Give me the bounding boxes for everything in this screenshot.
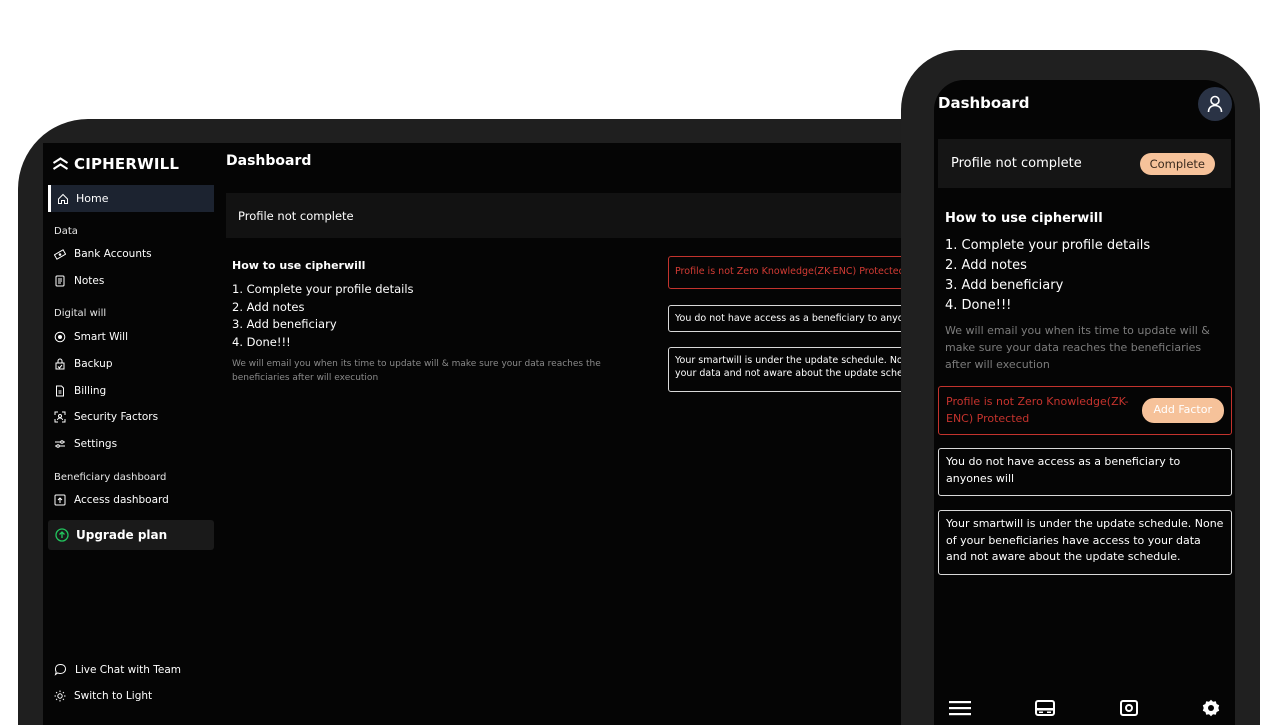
sidebar-item-label: Home — [76, 192, 109, 205]
sidebar: CIPHERWILL Home Data Bank Accounts Notes… — [43, 143, 215, 725]
mobile-how-to-title: How to use cipherwill — [945, 211, 1103, 226]
how-to-title: How to use cipherwill — [232, 259, 366, 272]
mobile-beneficiary-access-text: You do not have access as a beneficiary … — [946, 455, 1181, 485]
money-icon — [54, 249, 66, 260]
mobile-how-to-steps: 1. Complete your profile details 2. Add … — [945, 236, 1150, 316]
mobile-update-schedule-card: Your smartwill is under the update sched… — [938, 510, 1232, 575]
live-chat-label: Live Chat with Team — [75, 663, 182, 676]
sidebar-item-billing[interactable]: Billing — [54, 385, 106, 397]
live-chat-link[interactable]: Live Chat with Team — [54, 663, 181, 676]
how-to-step: 4. Done!!! — [945, 298, 1012, 313]
user-icon — [1207, 95, 1223, 113]
brand-name: CIPHERWILL — [74, 155, 180, 173]
dashboard-upload-icon — [54, 494, 66, 506]
sliders-icon — [55, 440, 65, 448]
how-to-step: 1. Complete your profile details — [945, 238, 1151, 253]
how-to-steps: 1. Complete your profile details 2. Add … — [232, 281, 414, 351]
sidebar-item-label: Backup — [74, 358, 113, 370]
switch-theme-toggle[interactable]: Switch to Light — [54, 690, 152, 702]
menu-icon[interactable] — [949, 700, 971, 716]
brand-logo[interactable]: CIPHERWILL — [52, 155, 179, 173]
sidebar-item-label: Billing — [74, 385, 107, 397]
add-factor-button[interactable]: Add Factor — [1141, 398, 1224, 423]
mobile-page-title: Dashboard — [938, 94, 1030, 112]
page-title: Dashboard — [226, 153, 312, 169]
mobile-profile-banner: Profile not complete Complete — [938, 139, 1231, 188]
sidebar-item-smart-will[interactable]: Smart Will — [54, 331, 128, 343]
scan-icon — [54, 411, 66, 423]
mobile-app: Dashboard Profile not complete Complete … — [934, 80, 1235, 725]
profile-incomplete-banner[interactable]: Profile not complete — [226, 193, 943, 238]
how-to-step: 1. Complete your profile details — [232, 282, 414, 296]
mobile-update-schedule-text: Your smartwill is under the update sched… — [946, 517, 1224, 563]
sidebar-section-digital-will: Digital will — [54, 308, 107, 319]
sidebar-section-data: Data — [54, 226, 78, 237]
backup-icon — [55, 358, 65, 370]
sidebar-item-label: Settings — [74, 438, 118, 450]
desktop-app: CIPHERWILL Home Data Bank Accounts Notes… — [43, 143, 943, 725]
how-to-step: 2. Add notes — [945, 258, 1027, 273]
how-to-step: 4. Done!!! — [232, 334, 291, 349]
sidebar-item-label: Bank Accounts — [74, 248, 152, 260]
sidebar-item-security-factors[interactable]: Security Factors — [54, 411, 158, 423]
card-icon[interactable] — [1035, 699, 1056, 716]
how-to-note: We will email you when its time to updat… — [232, 359, 601, 383]
mobile-how-to-note: We will email you when its time to updat… — [945, 324, 1210, 371]
note-icon — [55, 275, 65, 287]
cipherwill-logo-icon — [52, 157, 69, 170]
how-to-step: 3. Add beneficiary — [232, 317, 337, 331]
target-icon — [54, 331, 66, 343]
sidebar-item-notes[interactable]: Notes — [54, 275, 104, 287]
sun-icon — [54, 690, 66, 702]
mobile-zk-warning-card: Profile is not Zero Knowledge(ZK-ENC) Pr… — [938, 386, 1232, 435]
zk-warning-text: Profile is not Zero Knowledge(ZK-ENC) Pr… — [675, 266, 905, 277]
settings-gear-icon[interactable] — [1202, 699, 1220, 717]
profile-avatar-button[interactable] — [1198, 87, 1232, 121]
sidebar-item-label: Security Factors — [74, 411, 159, 423]
sidebar-item-bank-accounts[interactable]: Bank Accounts — [54, 248, 152, 260]
home-icon — [58, 193, 68, 204]
sidebar-item-label: Notes — [74, 275, 105, 287]
sidebar-item-backup[interactable]: Backup — [54, 358, 113, 370]
mobile-zk-warning-text: Profile is not Zero Knowledge(ZK-ENC) Pr… — [946, 395, 1129, 425]
profile-banner-text: Profile not complete — [238, 208, 354, 223]
upgrade-plan-label: Upgrade plan — [76, 528, 168, 542]
sidebar-item-home[interactable]: Home — [48, 185, 214, 212]
sidebar-item-label: Access dashboard — [74, 494, 169, 506]
how-to-step: 3. Add beneficiary — [945, 278, 1064, 293]
billing-icon — [56, 385, 64, 397]
vault-icon[interactable] — [1119, 699, 1138, 716]
upgrade-plan-button[interactable]: Upgrade plan — [48, 520, 214, 550]
sidebar-item-settings[interactable]: Settings — [54, 438, 117, 450]
sidebar-item-access-dashboard[interactable]: Access dashboard — [54, 494, 169, 506]
bottom-tab-bar — [934, 685, 1235, 725]
chat-icon — [54, 663, 67, 676]
complete-profile-button[interactable]: Complete — [1139, 152, 1215, 175]
arrow-up-circle-icon — [55, 528, 69, 542]
beneficiary-access-text: You do not have access as a beneficiary … — [675, 313, 940, 324]
sidebar-item-label: Smart Will — [74, 331, 129, 343]
how-to-step: 2. Add notes — [232, 299, 305, 314]
mobile-beneficiary-access-card: You do not have access as a beneficiary … — [938, 448, 1232, 496]
switch-theme-label: Switch to Light — [74, 690, 153, 702]
sidebar-section-beneficiary: Beneficiary dashboard — [54, 472, 167, 483]
mobile-profile-banner-text: Profile not complete — [951, 156, 1082, 171]
